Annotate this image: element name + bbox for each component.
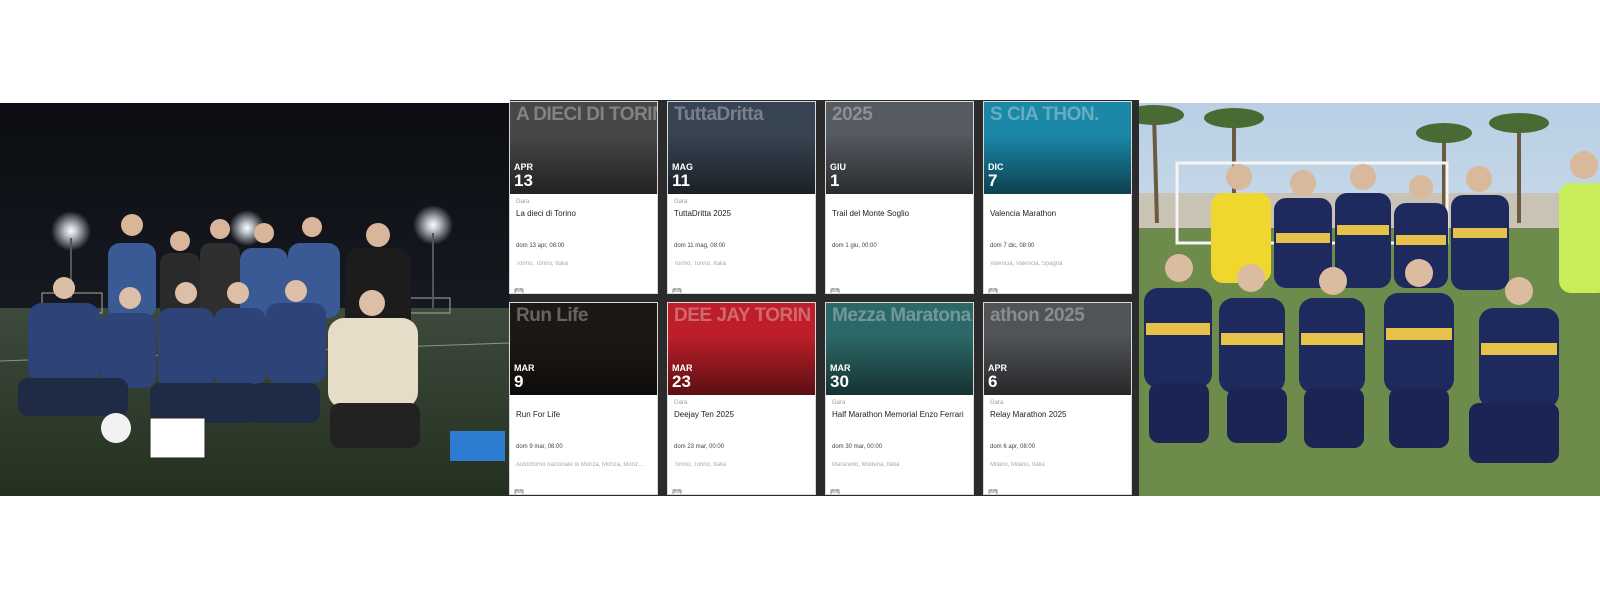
event-title[interactable]: Relay Marathon 2025: [990, 410, 1125, 419]
event-kind: Gara: [674, 199, 688, 205]
event-title[interactable]: Half Marathon Memorial Enzo Ferrari: [832, 410, 967, 419]
event-kind: Gara: [516, 199, 530, 205]
calendar-icon[interactable]: [672, 485, 682, 494]
event-body: Trail del Monte Soglio dom 1 giu, 00:00: [826, 194, 973, 293]
event-kind: Gara: [674, 400, 688, 406]
event-location: Maranello, Modena, Italia: [832, 462, 900, 468]
date-badge: MAG 11: [672, 162, 693, 190]
event-datetime: dom 1 giu, 00:00: [832, 243, 877, 249]
event-cover-image[interactable]: S CIA THON.DIC7: [984, 102, 1131, 194]
event-location: Milano, Milano, Italia: [990, 462, 1045, 468]
calendar-icon[interactable]: [988, 485, 998, 494]
calendar-icon[interactable]: [672, 284, 682, 293]
date-badge: GIU 1: [830, 162, 846, 190]
team-photo-left: [0, 103, 510, 496]
event-body: Valencia Marathon dom 7 dic, 08:00 Valenci…: [984, 194, 1131, 293]
calendar-icon[interactable]: [830, 284, 840, 293]
event-title[interactable]: Trail del Monte Soglio: [832, 209, 967, 218]
event-card[interactable]: TuttaDrittaMAG11 Gara TuttaDritta 2025 dom …: [668, 102, 815, 293]
event-day: 23: [672, 372, 691, 391]
events-grid: A DIECI DI TORINOAPR13 Gara La dieci di To…: [510, 100, 1139, 496]
event-day: 13: [514, 171, 533, 190]
event-body: Gara Half Marathon Memorial Enzo Ferrari d…: [826, 395, 973, 494]
event-day: 9: [514, 372, 524, 391]
event-card[interactable]: 2025GIU1 Trail del Monte Soglio dom 1 giu,…: [826, 102, 973, 293]
event-cover-image[interactable]: A DIECI DI TORINOAPR13: [510, 102, 657, 194]
event-title[interactable]: Run For Life: [516, 410, 651, 419]
event-kind: Gara: [832, 400, 846, 406]
event-kind: [516, 400, 651, 408]
event-datetime: dom 7 dic, 08:00: [990, 243, 1035, 249]
event-cover-image[interactable]: athon 2025APR6: [984, 303, 1131, 395]
event-body: Gara La dieci di Torino dom 13 apr, 08:00 T…: [510, 194, 657, 293]
event-title[interactable]: TuttaDritta 2025: [674, 209, 809, 218]
event-day: 30: [830, 372, 849, 391]
date-badge: MAR 9: [514, 363, 535, 391]
event-cover-image[interactable]: Run LifeMAR9: [510, 303, 657, 395]
event-location: Autodromo nazionale di Monza, Monza, Mon…: [516, 462, 644, 468]
event-cover-image[interactable]: Mezza MaratonaMAR30: [826, 303, 973, 395]
event-card[interactable]: Mezza MaratonaMAR30 Gara Half Marathon Mem…: [826, 303, 973, 494]
event-title[interactable]: La dieci di Torino: [516, 209, 651, 218]
date-badge: MAR 30: [830, 363, 851, 391]
date-badge: APR 6: [988, 363, 1007, 391]
event-kind: [832, 199, 967, 207]
event-day: 6: [988, 372, 998, 391]
event-location: Valencia, Valencia, Spagna: [990, 261, 1063, 267]
event-kind: [990, 199, 1125, 207]
calendar-icon[interactable]: [514, 485, 524, 494]
event-body: Gara Relay Marathon 2025 dom 6 apr, 08:00 M…: [984, 395, 1131, 494]
event-card[interactable]: A DIECI DI TORINOAPR13 Gara La dieci di To…: [510, 102, 657, 293]
event-kind: Gara: [990, 400, 1004, 406]
event-location: Torino, Torino, Italia: [516, 261, 568, 267]
date-badge: APR 13: [514, 162, 533, 190]
event-title[interactable]: Deejay Ten 2025: [674, 410, 809, 419]
event-datetime: dom 9 mar, 08:00: [516, 444, 563, 450]
event-cover-image[interactable]: DEE JAY TORINMAR23: [668, 303, 815, 395]
event-day: 7: [988, 171, 998, 190]
team-photo-right: [1139, 103, 1600, 496]
event-card[interactable]: DEE JAY TORINMAR23 Gara Deejay Ten 2025 dom…: [668, 303, 815, 494]
date-badge: MAR 23: [672, 363, 693, 391]
event-card[interactable]: S CIA THON.DIC7 Valencia Marathon dom 7 di…: [984, 102, 1131, 293]
event-day: 1: [830, 171, 840, 190]
event-datetime: dom 23 mar, 00:00: [674, 444, 725, 450]
event-cover-image[interactable]: 2025GIU1: [826, 102, 973, 194]
calendar-icon[interactable]: [514, 284, 524, 293]
event-card[interactable]: athon 2025APR6 Gara Relay Marathon 2025 dom…: [984, 303, 1131, 494]
event-datetime: dom 30 mar, 00:00: [832, 444, 883, 450]
event-title[interactable]: Valencia Marathon: [990, 209, 1125, 218]
event-location: Torino, Torino, Italia: [674, 462, 726, 468]
event-datetime: dom 11 mag, 08:00: [674, 243, 726, 249]
event-cover-image[interactable]: TuttaDrittaMAG11: [668, 102, 815, 194]
calendar-icon[interactable]: [830, 485, 840, 494]
event-datetime: dom 6 apr, 08:00: [990, 444, 1036, 450]
calendar-icon[interactable]: [988, 284, 998, 293]
event-location: Torino, Torino, Italia: [674, 261, 726, 267]
event-card[interactable]: Run LifeMAR9 Run For Life dom 9 mar, 08:00…: [510, 303, 657, 494]
event-body: Run For Life dom 9 mar, 08:00 Autodromo na…: [510, 395, 657, 494]
event-body: Gara Deejay Ten 2025 dom 23 mar, 00:00 Tori…: [668, 395, 815, 494]
event-body: Gara TuttaDritta 2025 dom 11 mag, 08:00 Tor…: [668, 194, 815, 293]
event-day: 11: [672, 171, 690, 190]
date-badge: DIC 7: [988, 162, 1004, 190]
event-datetime: dom 13 apr, 08:00: [516, 243, 565, 249]
